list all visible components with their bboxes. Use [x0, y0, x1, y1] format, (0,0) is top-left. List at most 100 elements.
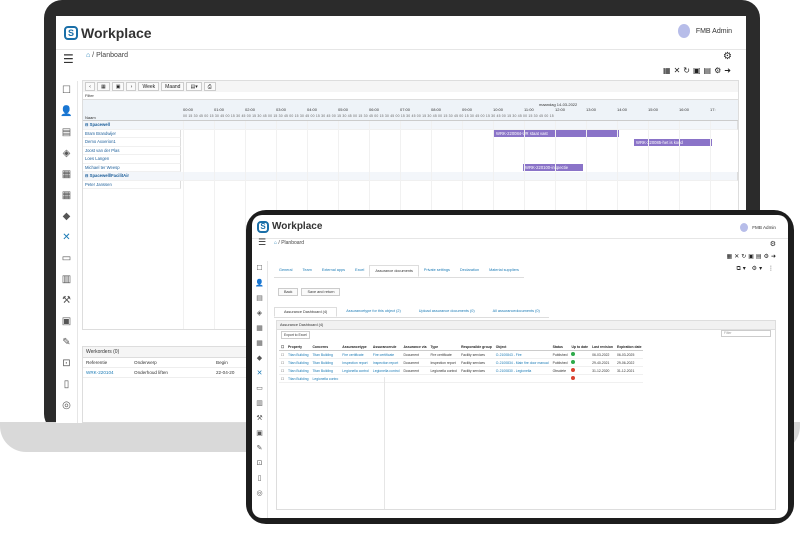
export-button[interactable]: Export to Excel: [281, 331, 310, 339]
planner-filter[interactable]: Filter: [83, 92, 738, 100]
gear-icon[interactable]: ⚙: [770, 240, 776, 248]
table-row[interactable]: ☐ Titan Building Titan Building Fire certif…: [279, 350, 644, 359]
tools-icon[interactable]: ✕: [257, 369, 263, 378]
target-icon[interactable]: ◎: [62, 400, 71, 414]
hamburger-menu-icon[interactable]: ☰: [258, 238, 266, 248]
save-icon[interactable]: ▣: [111, 82, 125, 91]
cart-icon[interactable]: ⊡: [257, 459, 263, 468]
print-icon[interactable]: ⎙: [203, 82, 216, 91]
table-cell[interactable]: Fire certificate: [370, 350, 402, 359]
tab[interactable]: Excel: [350, 265, 369, 277]
wrench-icon[interactable]: ⚒: [256, 414, 262, 423]
tools-icon[interactable]: ✕: [62, 232, 70, 246]
home-icon[interactable]: ⌂: [86, 52, 90, 59]
table-cell[interactable]: Titan Building: [310, 366, 341, 375]
tag-icon[interactable]: ◈: [63, 148, 71, 162]
file-icon[interactable]: ▯: [64, 379, 70, 393]
home-icon[interactable]: ⌂: [274, 240, 277, 246]
workorder-reference[interactable]: WRK-220104: [86, 370, 134, 375]
planner-bar[interactable]: WRK-220100-inspectie: [523, 164, 583, 171]
building-icon[interactable]: ▥: [62, 274, 71, 288]
back-button[interactable]: Back: [278, 288, 299, 296]
logo[interactable]: S Workplace: [252, 220, 322, 233]
next-button[interactable]: ›: [126, 82, 137, 91]
table-cell[interactable]: Titan Building: [286, 366, 311, 375]
prev-button[interactable]: ‹: [85, 82, 95, 91]
planner-bar[interactable]: WRK-220084-UR staat vast: [494, 130, 619, 137]
person-icon[interactable]: 👤: [60, 106, 72, 120]
tab[interactable]: External apps: [317, 265, 350, 277]
planner-bar[interactable]: WRK-220085-het is koud: [634, 138, 712, 146]
row-checkbox[interactable]: ☐: [279, 350, 287, 359]
filter-input[interactable]: Filter: [721, 330, 771, 337]
calendar-alt-icon[interactable]: ▦: [256, 339, 263, 348]
row-checkbox[interactable]: ☐: [279, 366, 287, 375]
resource-row[interactable]: Demo Axxerion1: [83, 138, 181, 147]
table-cell[interactable]: Titan Building: [310, 350, 341, 359]
subtab[interactable]: Assurancetype for this object (2): [337, 307, 409, 317]
resource-group[interactable]: ⊟ Spacewell: [83, 121, 738, 130]
calendar-alt-icon[interactable]: ▦: [62, 190, 71, 204]
table-cell[interactable]: Inspection report: [340, 358, 371, 367]
document-icon[interactable]: ▤: [256, 294, 263, 303]
table-cell[interactable]: O-2100830 - Legionella: [493, 366, 551, 375]
table-cell[interactable]: Legionella control: [370, 366, 402, 375]
tab[interactable]: Material suppliers: [484, 265, 524, 277]
gear-icon[interactable]: ⚙: [723, 51, 732, 62]
tab[interactable]: General: [274, 265, 298, 277]
calendar-icon[interactable]: ▦: [62, 169, 71, 183]
tag-icon[interactable]: ◈: [257, 309, 262, 318]
table-cell[interactable]: Titan Building: [310, 358, 341, 367]
resource-row[interactable]: Peter Janssen: [83, 180, 181, 189]
table-cell[interactable]: Titan Building: [286, 350, 311, 359]
resource-row[interactable]: Loes Langen: [83, 155, 181, 164]
edit-icon[interactable]: ✎: [257, 444, 263, 453]
hamburger-menu-icon[interactable]: ☰: [63, 52, 74, 66]
resource-row[interactable]: Michael ter Weesp: [83, 163, 181, 172]
user-menu[interactable]: FMB Admin: [677, 24, 732, 38]
checkbox-icon[interactable]: ☐: [62, 85, 71, 99]
user-menu[interactable]: FMB Admin: [740, 223, 776, 232]
subtab[interactable]: Assurance Dashboard (4): [274, 307, 338, 317]
month-button[interactable]: Maand: [161, 82, 185, 91]
person-icon[interactable]: 👤: [255, 279, 264, 288]
table-cell[interactable]: O-2100843 - Fire: [493, 350, 551, 359]
table-row[interactable]: ☐ Titan Building Titan Building Inspection …: [279, 358, 644, 367]
subtab[interactable]: Upload assurance documents (0): [410, 307, 484, 317]
week-button[interactable]: Week: [138, 82, 160, 91]
document-icon[interactable]: ▤: [62, 127, 71, 141]
checkbox-icon[interactable]: ☐: [256, 264, 262, 273]
table-cell[interactable]: O-2100834 - Main fire door manual: [493, 358, 551, 367]
inbox-icon[interactable]: ▭: [256, 384, 263, 393]
resource-row[interactable]: Bram Brandwijer: [83, 129, 181, 138]
toolbar-secondary-icons[interactable]: ⧉▾ ⚙▾ ⋮: [736, 265, 776, 273]
presentation-icon[interactable]: ▣: [62, 316, 71, 330]
cube-icon[interactable]: ◆: [63, 211, 71, 225]
table-cell[interactable]: Legionella control: [340, 366, 371, 375]
tab[interactable]: Assurance documents: [369, 265, 419, 277]
table-row[interactable]: ☐ Titan Building Titan Building Legionella …: [279, 366, 644, 375]
presentation-icon[interactable]: ▣: [256, 429, 263, 438]
resource-group[interactable]: ⊟ Spacewell/FacilitAir: [83, 172, 738, 181]
calendar-icon[interactable]: ▦: [256, 324, 263, 333]
row-checkbox[interactable]: ☐: [279, 358, 287, 367]
save-return-button[interactable]: Save and return: [301, 288, 341, 296]
subtab[interactable]: All assurancedocuments (0): [484, 307, 549, 317]
building-icon[interactable]: ▥: [256, 399, 263, 408]
view-dropdown[interactable]: ▤▾: [186, 82, 202, 91]
toolbar-icons[interactable]: ▦✕↻▣▤⚙➜: [663, 66, 734, 75]
inbox-icon[interactable]: ▭: [62, 253, 71, 267]
tab[interactable]: Declaration: [455, 265, 484, 277]
tab[interactable]: Team: [298, 265, 317, 277]
cart-icon[interactable]: ⊡: [62, 358, 70, 372]
logo[interactable]: S Workplace: [56, 25, 152, 41]
cube-icon[interactable]: ◆: [257, 354, 262, 363]
file-icon[interactable]: ▯: [258, 474, 262, 483]
resource-row[interactable]: Joost van der Plas: [83, 146, 181, 155]
target-icon[interactable]: ◎: [256, 489, 262, 498]
tab[interactable]: Private settings: [419, 265, 455, 277]
table-cell[interactable]: Fire certificate: [340, 350, 371, 359]
calendar-button[interactable]: ▦: [97, 82, 110, 91]
toolbar-icons[interactable]: ▦✕↻▣▤⚙➜: [727, 253, 778, 260]
edit-icon[interactable]: ✎: [62, 337, 70, 351]
